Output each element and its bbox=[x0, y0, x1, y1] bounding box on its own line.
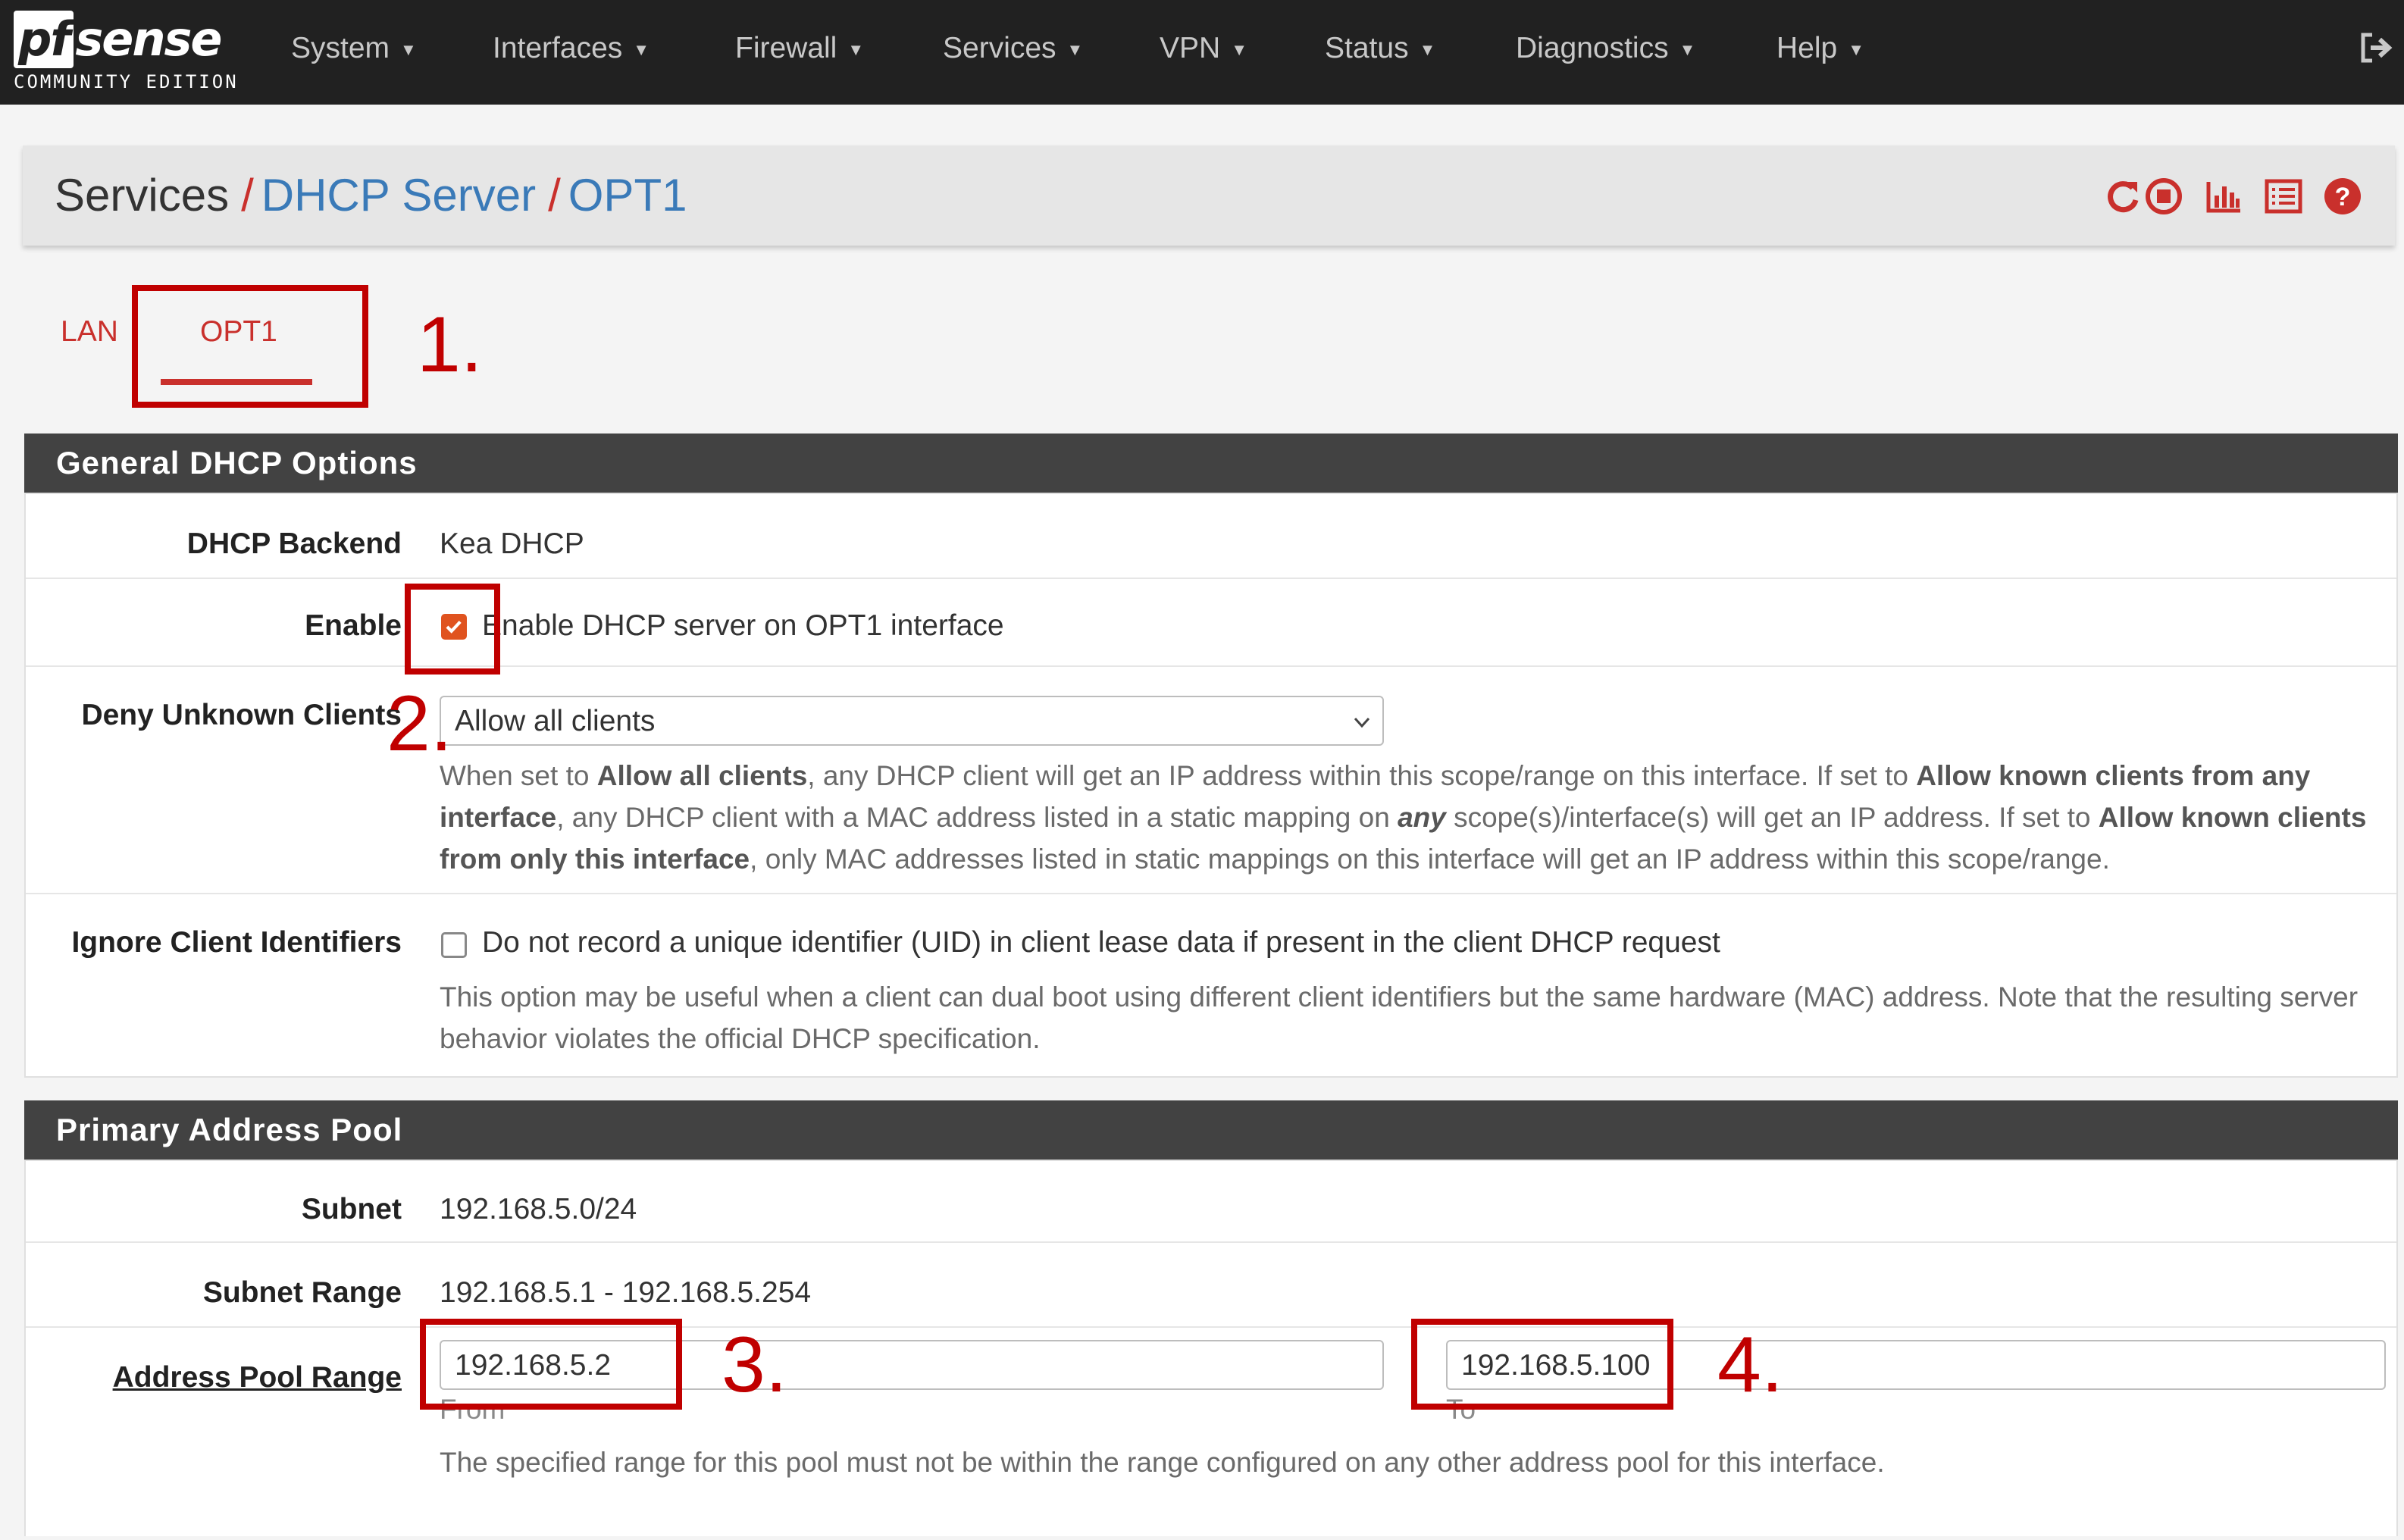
breadcrumb-dhcp-server[interactable]: DHCP Server bbox=[261, 170, 536, 221]
subnet-label: Subnet bbox=[301, 1193, 402, 1225]
stop-service-icon[interactable] bbox=[2143, 176, 2184, 217]
caret-down-icon: ▼ bbox=[1419, 39, 1436, 59]
caret-down-icon: ▼ bbox=[1066, 39, 1084, 59]
caret-down-icon: ▼ bbox=[400, 39, 417, 59]
nav-interfaces[interactable]: Interfaces ▼ bbox=[493, 30, 650, 68]
help-icon[interactable]: ? bbox=[2322, 176, 2363, 217]
annotation-number-4: 4. bbox=[1717, 1321, 1783, 1409]
breadcrumb-separator: / bbox=[241, 170, 254, 221]
help-bold-italic: any bbox=[1398, 802, 1446, 833]
ignore-client-identifiers-help: This option may be useful when a client … bbox=[440, 981, 2359, 1054]
enable-row: Enable Enable DHCP server on OPT1 interf… bbox=[26, 579, 2396, 667]
nav-vpn-label: VPN bbox=[1160, 32, 1221, 64]
deny-unknown-label: Deny Unknown Clients bbox=[81, 699, 402, 731]
nav-vpn[interactable]: VPN ▼ bbox=[1160, 30, 1247, 68]
nav-diagnostics[interactable]: Diagnostics ▼ bbox=[1516, 30, 1695, 68]
breadcrumb-services: Services bbox=[55, 170, 230, 221]
address-pool-range-row: Address Pool Range 192.168.5.2 From 192.… bbox=[26, 1328, 2396, 1540]
subnet-row: Subnet 192.168.5.0/24 bbox=[26, 1161, 2396, 1243]
logo-sense: sense bbox=[75, 11, 222, 67]
primary-address-pool-header: Primary Address Pool bbox=[24, 1100, 2398, 1160]
dhcp-backend-label: DHCP Backend bbox=[186, 527, 402, 560]
pfsense-logo[interactable]: pf sense COMMUNITY EDITION bbox=[14, 11, 241, 98]
nav-help[interactable]: Help ▼ bbox=[1776, 30, 1864, 68]
nav-system-label: System bbox=[291, 32, 390, 64]
caret-down-icon: ▼ bbox=[1231, 39, 1247, 59]
nav-services-label: Services bbox=[943, 32, 1056, 64]
caret-down-icon: ▼ bbox=[633, 39, 650, 59]
tab-lan[interactable]: LAN bbox=[61, 315, 118, 349]
nav-firewall-label: Firewall bbox=[735, 32, 837, 64]
nav-interfaces-label: Interfaces bbox=[493, 32, 623, 64]
logout-icon[interactable] bbox=[2357, 29, 2395, 67]
help-text: scope(s)/interface(s) will get an IP add… bbox=[1445, 802, 2099, 833]
annotation-number-1: 1. bbox=[417, 301, 483, 389]
chevron-down-icon bbox=[1354, 717, 1370, 728]
nav-status-label: Status bbox=[1325, 32, 1409, 64]
top-navbar: pf sense COMMUNITY EDITION System ▼ Interf… bbox=[0, 0, 2404, 105]
nav-services[interactable]: Services ▼ bbox=[943, 30, 1083, 68]
help-text: , any DHCP client with a MAC address lis… bbox=[556, 802, 1398, 833]
subnet-range-value: 192.168.5.1 - 192.168.5.254 bbox=[440, 1276, 812, 1309]
logo-edition: COMMUNITY EDITION bbox=[14, 71, 239, 92]
annotation-number-3: 3. bbox=[722, 1321, 787, 1409]
general-dhcp-options-panel: DHCP Backend Kea DHCP Enable Enable DHCP… bbox=[24, 493, 2398, 1078]
enable-text: Enable DHCP server on OPT1 interface bbox=[482, 609, 1004, 642]
deny-unknown-help: When set to Allow all clients, any DHCP … bbox=[440, 755, 2380, 880]
annotation-number-2: 2. bbox=[387, 680, 452, 768]
status-graph-icon[interactable] bbox=[2204, 176, 2245, 217]
subnet-value: 192.168.5.0/24 bbox=[440, 1193, 637, 1225]
nav-status[interactable]: Status ▼ bbox=[1325, 30, 1435, 68]
primary-address-pool-panel: Subnet 192.168.5.0/24 Subnet Range 192.1… bbox=[24, 1160, 2398, 1536]
breadcrumb: Services / DHCP Server / OPT1 bbox=[55, 168, 687, 223]
logo-wordmark: pf sense bbox=[14, 11, 222, 68]
nav-help-label: Help bbox=[1776, 32, 1838, 64]
address-pool-range-label[interactable]: Address Pool Range bbox=[113, 1360, 402, 1396]
ignore-client-identifiers-checkbox[interactable] bbox=[441, 932, 467, 958]
deny-unknown-selected: Allow all clients bbox=[455, 705, 656, 737]
ignore-client-identifiers-label: Ignore Client Identifiers bbox=[71, 926, 402, 959]
breadcrumb-bar: Services / DHCP Server / OPT1 ? bbox=[23, 146, 2395, 246]
pool-range-help: The specified range for this pool must n… bbox=[440, 1447, 1885, 1478]
nav-firewall[interactable]: Firewall ▼ bbox=[735, 30, 864, 68]
breadcrumb-separator: / bbox=[548, 170, 561, 221]
logo-pf: pf bbox=[14, 11, 74, 68]
subnet-range-label: Subnet Range bbox=[202, 1276, 402, 1309]
annotation-box-4 bbox=[1411, 1319, 1673, 1410]
dhcp-backend-value: Kea DHCP bbox=[440, 527, 584, 560]
ignore-client-identifiers-text: Do not record a unique identifier (UID) … bbox=[482, 926, 1720, 959]
help-text: When set to bbox=[440, 760, 597, 791]
restart-service-icon[interactable] bbox=[2102, 176, 2143, 217]
ignore-client-identifiers-row: Ignore Client Identifiers Do not record … bbox=[26, 894, 2396, 1076]
nav-system[interactable]: System ▼ bbox=[291, 30, 417, 68]
general-dhcp-options-header: General DHCP Options bbox=[24, 434, 2398, 493]
deny-unknown-select[interactable]: Allow all clients bbox=[440, 696, 1384, 746]
annotation-box-2 bbox=[405, 584, 500, 675]
help-text: , only MAC addresses listed in static ma… bbox=[750, 844, 2110, 875]
subnet-range-row: Subnet Range 192.168.5.1 - 192.168.5.254 bbox=[26, 1243, 2396, 1328]
enable-label: Enable bbox=[305, 609, 402, 642]
deny-unknown-row: Deny Unknown Clients Allow all clients W… bbox=[26, 667, 2396, 894]
nav-diagnostics-label: Diagnostics bbox=[1516, 32, 1669, 64]
svg-text:?: ? bbox=[2335, 183, 2351, 211]
caret-down-icon: ▼ bbox=[847, 39, 865, 59]
annotation-box-1 bbox=[132, 285, 368, 408]
breadcrumb-opt1[interactable]: OPT1 bbox=[568, 170, 687, 221]
dhcp-backend-row: DHCP Backend Kea DHCP bbox=[26, 494, 2396, 579]
annotation-box-3 bbox=[420, 1319, 682, 1410]
caret-down-icon: ▼ bbox=[1679, 39, 1696, 59]
help-bold: Allow all clients bbox=[596, 760, 808, 791]
help-text: , any DHCP client will get an IP address… bbox=[807, 760, 1917, 791]
caret-down-icon: ▼ bbox=[1848, 39, 1864, 59]
log-list-icon[interactable] bbox=[2263, 176, 2304, 217]
